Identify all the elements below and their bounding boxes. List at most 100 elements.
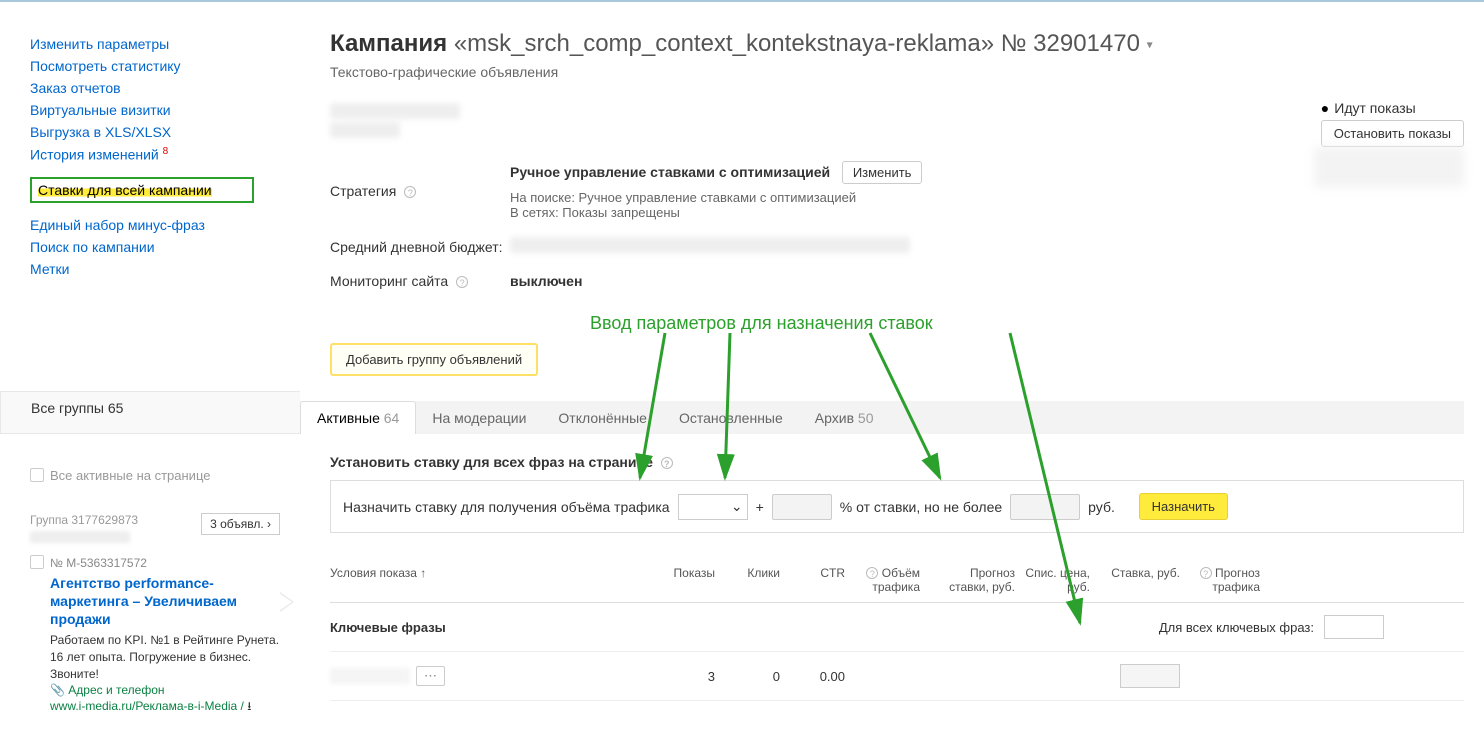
chevron-right-icon: › — [267, 517, 271, 531]
help-icon[interactable]: ? — [456, 276, 468, 288]
ad-count-label: 3 объявл. — [210, 517, 264, 531]
for-all-label: Для всех ключевых фраз: — [1025, 620, 1314, 635]
strategy-sub2: В сетях: Показы запрещены — [510, 205, 922, 220]
help-icon[interactable]: ? — [404, 186, 416, 198]
set-rate-title: Установить ставку для всех фраз на стран… — [330, 454, 1464, 470]
help-icon[interactable]: ? — [1200, 567, 1212, 579]
sidebar-history-label: История изменений — [30, 147, 159, 163]
download-icon[interactable]: ⭳ — [247, 699, 251, 713]
monitoring-value: выключен — [510, 273, 582, 289]
tab-paused[interactable]: Остановленные — [663, 402, 799, 434]
redacted — [1314, 147, 1464, 187]
stop-shows-button[interactable]: Остановить показы — [1321, 120, 1464, 147]
tab-active[interactable]: Активные 64 — [300, 401, 416, 434]
speech-tail-icon — [280, 592, 294, 612]
rate-all-input[interactable] — [1324, 615, 1384, 639]
percent-input[interactable] — [772, 494, 832, 520]
ad-description: Работаем по KPI. №1 в Рейтинге Рунета. 1… — [50, 632, 280, 682]
monitoring-label-text: Мониторинг сайта — [330, 273, 448, 289]
tab-archive-label: Архив — [815, 410, 854, 426]
monitoring-label: Мониторинг сайта ? — [330, 273, 510, 289]
sidebar-tags[interactable]: Метки — [30, 261, 300, 277]
rate-input[interactable] — [1120, 664, 1180, 688]
th-prog-traffic-text: Прогноз трафика — [1212, 566, 1260, 594]
page-subtitle: Текстово-графические объявления — [330, 64, 1464, 80]
title-name: «msk_srch_comp_context_kontekstnaya-rekl… — [454, 30, 1140, 57]
keywords-label: Ключевые фразы — [330, 620, 650, 635]
page-title: Кампания «msk_srch_comp_context_kontekst… — [330, 30, 1464, 58]
tab-rejected[interactable]: Отклонённые — [542, 402, 663, 434]
th-ctr: CTR — [790, 566, 845, 594]
th-conditions-text: Условия показа — [330, 566, 417, 580]
keywords-header-row: Ключевые фразы Для всех ключевых фраз: — [330, 603, 1464, 652]
title-prefix: Кампания — [330, 30, 447, 57]
sidebar-change-params[interactable]: Изменить параметры — [30, 36, 300, 52]
strategy-sub1: На поиске: Ручное управление ставками с … — [510, 190, 922, 205]
strategy-value: Ручное управление ставками с оптимизацие… — [510, 164, 830, 180]
rate-prefix: Назначить ставку для получения объёма тр… — [343, 499, 670, 515]
ad-address-link[interactable]: 📎 Адрес и телефон — [50, 683, 280, 697]
sidebar-export[interactable]: Выгрузка в XLS/XLSX — [30, 124, 300, 140]
th-writeoff: Спис. цена, руб. — [1025, 566, 1090, 594]
annotation-text: Ввод параметров для назначения ставок — [590, 313, 933, 334]
budget-label: Средний дневной бюджет: — [330, 239, 510, 255]
th-conditions[interactable]: Условия показа ↑ — [330, 566, 650, 594]
sidebar-order-reports[interactable]: Заказ отчетов — [30, 80, 300, 96]
redacted — [330, 103, 460, 119]
chevron-down-icon: ⌄ — [731, 498, 743, 515]
ad-address-label: Адрес и телефон — [68, 683, 164, 697]
ad-url-text: www.i-media.ru/Реклама-в-i-Media / — [50, 699, 244, 713]
tab-moderation[interactable]: На модерации — [416, 402, 542, 434]
add-group-button[interactable]: Добавить группу объявлений — [330, 343, 538, 376]
group-id: Группа 3177629873 — [30, 513, 138, 527]
sidebar-view-stats[interactable]: Посмотреть статистику — [30, 58, 300, 74]
change-strategy-button[interactable]: Изменить — [842, 161, 923, 184]
redacted — [330, 668, 410, 684]
cell-clicks: 0 — [725, 669, 780, 684]
traffic-volume-select[interactable]: ⌄ — [678, 494, 748, 520]
tab-archive-count: 50 — [858, 410, 874, 426]
sidebar-minus-phrases[interactable]: Единый набор минус-фраз — [30, 217, 300, 233]
set-rate-title-text: Установить ставку для всех фраз на стран… — [330, 454, 653, 470]
th-shows: Показы — [660, 566, 715, 594]
chevron-down-icon[interactable]: ▾ — [1147, 38, 1153, 52]
ad-number: № M-5363317572 — [50, 556, 280, 570]
cell-ctr: 0.00 — [790, 669, 845, 684]
th-forecast: Прогноз ставки, руб. — [930, 566, 1015, 594]
tab-active-count: 64 — [384, 410, 400, 426]
group-checkbox[interactable] — [30, 555, 44, 569]
sidebar-rates-all[interactable]: Ставки для всей кампании — [38, 182, 212, 198]
strategy-label: Стратегия ? — [330, 183, 510, 199]
keyword-row: ⋯ 3 0 0.00 — [330, 652, 1464, 701]
sidebar-history[interactable]: История изменений 8 — [30, 146, 300, 163]
tab-active-label: Активные — [317, 410, 380, 426]
keyword-menu-button[interactable]: ⋯ — [416, 666, 445, 686]
tab-archive[interactable]: Архив 50 — [799, 402, 890, 434]
plus-sign: + — [756, 499, 764, 515]
select-all-label: Все активные на странице — [50, 468, 210, 483]
cell-shows: 3 — [660, 669, 715, 684]
redacted — [510, 237, 910, 253]
sidebar-rates-all-highlight: Ставки для всей кампании — [30, 177, 254, 203]
th-rate: Ставка, руб. — [1100, 566, 1180, 594]
strategy-label-text: Стратегия — [330, 183, 396, 199]
sidebar-vcards[interactable]: Виртуальные визитки — [30, 102, 300, 118]
currency-label: руб. — [1088, 499, 1115, 515]
th-volume: ? Объём трафика — [855, 566, 920, 594]
max-rate-input[interactable] — [1010, 494, 1080, 520]
sidebar-history-badge: 8 — [163, 146, 169, 157]
assign-button[interactable]: Назначить — [1139, 493, 1228, 520]
help-icon[interactable]: ? — [866, 567, 878, 579]
status-running: Идут показы — [1321, 100, 1464, 116]
redacted — [30, 531, 130, 543]
redacted — [330, 122, 400, 138]
ad-url: www.i-media.ru/Реклама-в-i-Media / ⭳ — [50, 697, 280, 718]
percent-label: % от ставки, но не более — [840, 499, 1002, 515]
th-volume-text: Объём трафика — [872, 566, 920, 594]
ad-title[interactable]: Агентство performance-маркетинга – Увели… — [50, 574, 280, 629]
sidebar-search[interactable]: Поиск по кампании — [30, 239, 300, 255]
all-groups-filter[interactable]: Все группы 65 — [0, 391, 300, 434]
ad-count-button[interactable]: 3 объявл. › — [201, 513, 280, 535]
help-icon[interactable]: ? — [661, 457, 673, 469]
select-all-checkbox[interactable] — [30, 468, 44, 482]
